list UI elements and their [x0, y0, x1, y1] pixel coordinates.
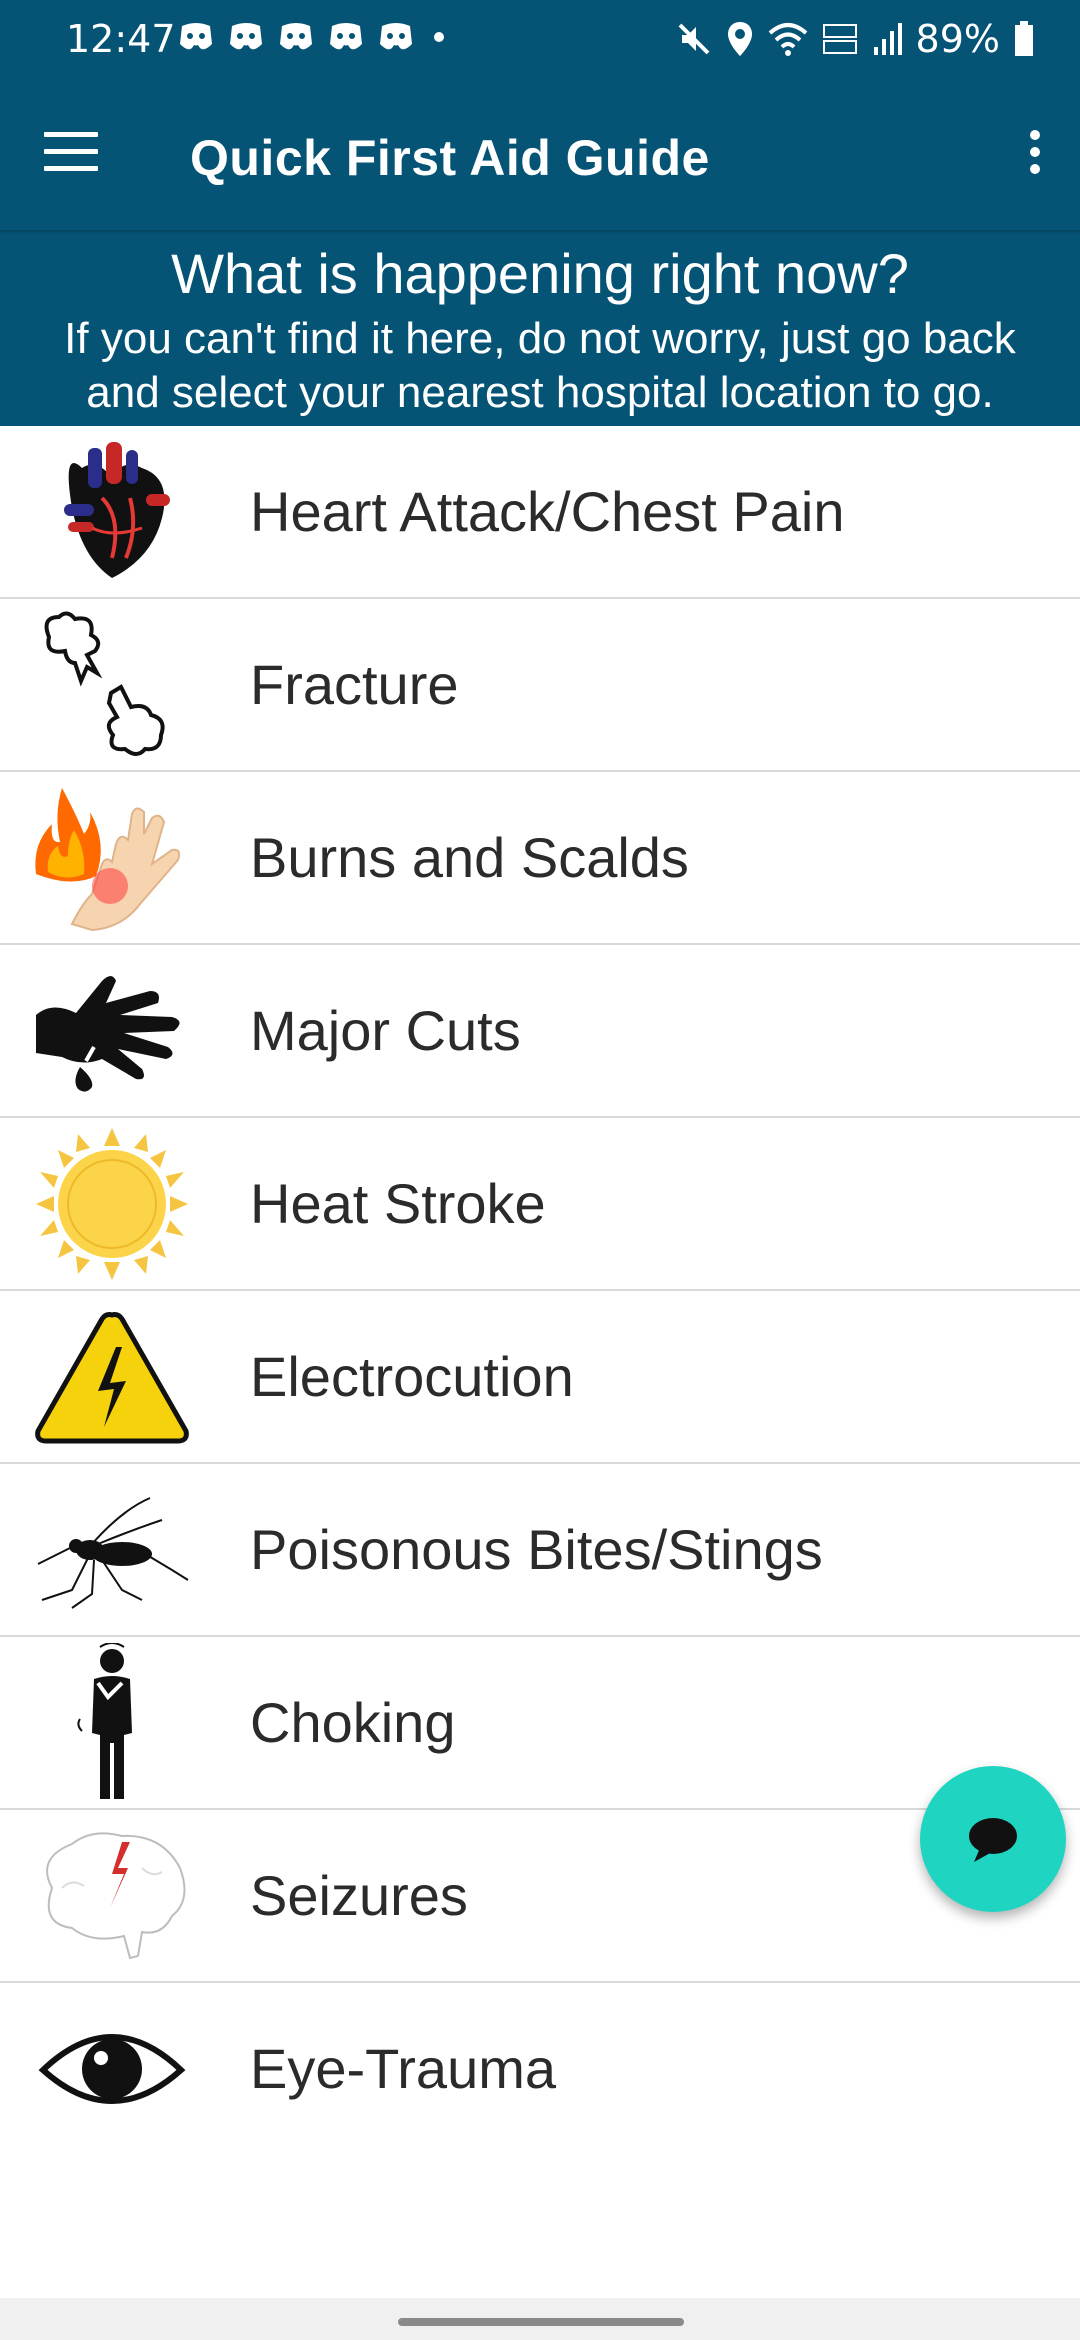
list-item-label: Major Cuts [250, 999, 521, 1062]
list-item-label: Eye-Trauma [250, 2037, 557, 2100]
choking-person-icon [32, 1643, 192, 1799]
mosquito-icon [32, 1476, 192, 1624]
battery-icon [1015, 21, 1033, 56]
hamburger-menu-icon[interactable] [44, 132, 98, 176]
list-item-heart-attack[interactable]: Heart Attack/Chest Pain [0, 426, 1080, 599]
list-item-choking[interactable]: Choking [0, 1637, 1080, 1810]
list-item-label: Choking [250, 1691, 456, 1754]
volte-icon [822, 24, 857, 54]
home-gesture-handle[interactable] [398, 2318, 684, 2326]
cut-hand-icon [32, 957, 192, 1105]
list-item-label: Heat Stroke [250, 1172, 546, 1235]
list-item-poisonous-bites[interactable]: Poisonous Bites/Stings [0, 1464, 1080, 1637]
list-item-label: Electrocution [250, 1345, 574, 1408]
brain-icon [32, 1822, 192, 1970]
eye-icon [32, 1995, 192, 2143]
list-item-burns[interactable]: Burns and Scalds [0, 772, 1080, 945]
signal-icon [873, 23, 902, 55]
app-title: Quick First Aid Guide [190, 130, 710, 186]
bone-icon [32, 611, 192, 759]
list-item-label: Fracture [250, 653, 459, 716]
list-item-fracture[interactable]: Fracture [0, 599, 1080, 772]
discord-notification-icon [328, 20, 364, 54]
notification-icons [178, 20, 444, 54]
high-voltage-icon [32, 1303, 192, 1451]
list-item-eye-trauma[interactable]: Eye-Trauma [0, 1983, 1080, 2154]
discord-notification-icon [378, 20, 414, 54]
battery-percentage: 89% [915, 17, 1000, 61]
list-item-label: Seizures [250, 1864, 468, 1927]
list-item-label: Burns and Scalds [250, 826, 689, 889]
discord-notification-icon [178, 20, 214, 54]
sun-icon [32, 1128, 192, 1280]
more-options-icon[interactable] [1020, 130, 1050, 180]
header-banner: What is happening right now? If you can'… [0, 230, 1080, 426]
heart-icon [32, 438, 192, 586]
chat-fab-button[interactable] [920, 1766, 1066, 1912]
chat-bubble-icon [969, 1818, 1017, 1862]
list-item-label: Heart Attack/Chest Pain [250, 480, 845, 543]
system-icons: 89% [676, 14, 1034, 64]
location-icon [727, 22, 752, 56]
list-item-label: Poisonous Bites/Stings [250, 1518, 823, 1581]
emergency-list: Heart Attack/Chest Pain Fracture Burns a… [0, 426, 1080, 2154]
discord-notification-icon [278, 20, 314, 54]
discord-notification-icon [228, 20, 264, 54]
wifi-icon [768, 23, 807, 56]
app-bar: Quick First Aid Guide [0, 80, 1080, 230]
clock: 12:47 [66, 17, 176, 61]
list-item-electrocution[interactable]: Electrocution [0, 1291, 1080, 1464]
banner-question: What is happening right now? [171, 242, 909, 305]
status-bar: 12:47 89% [0, 0, 1080, 80]
list-item-major-cuts[interactable]: Major Cuts [0, 945, 1080, 1118]
system-navigation-bar [0, 2298, 1080, 2340]
list-item-heat-stroke[interactable]: Heat Stroke [0, 1118, 1080, 1291]
more-notifications-dot-icon [434, 32, 444, 42]
burn-hand-icon [32, 784, 192, 932]
list-item-seizures[interactable]: Seizures [0, 1810, 1080, 1983]
banner-subtitle: If you can't find it here, do not worry,… [64, 314, 1016, 417]
mute-icon [678, 23, 709, 55]
